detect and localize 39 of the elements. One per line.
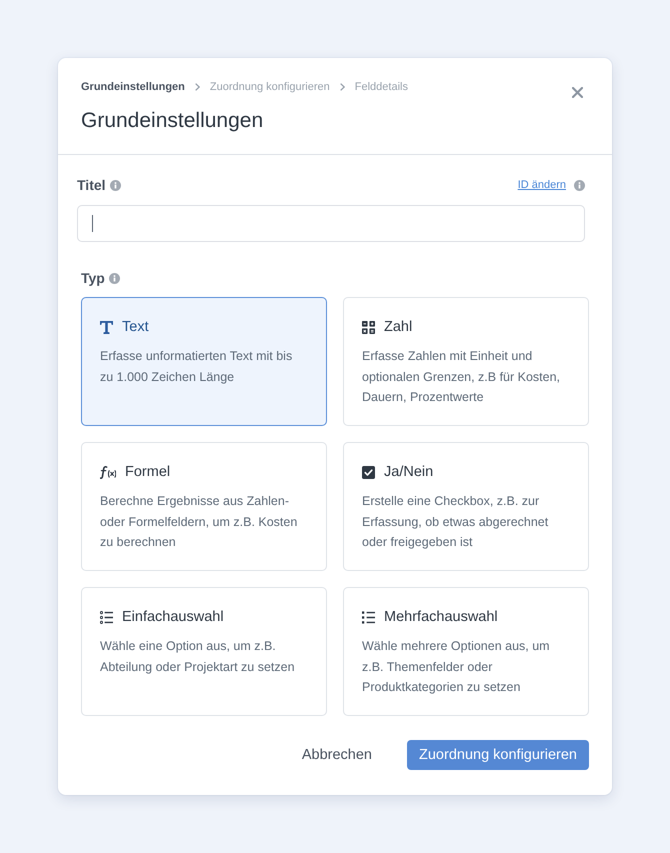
function-icon xyxy=(100,466,116,478)
type-option-card[interactable]: Formel Berechne Ergebnisse aus Zahlen- oder Formelfeldern, um z.B. Kosten zu berechnen xyxy=(81,442,327,571)
option-title: Mehrfachauswahl xyxy=(384,608,498,627)
letter-t-icon xyxy=(100,320,113,334)
chevron-icon xyxy=(340,83,345,91)
option-title: Formel xyxy=(125,463,170,482)
breadcrumb-item[interactable]: Grundeinstellungen xyxy=(81,80,185,94)
option-title: Ja/Nein xyxy=(384,463,434,482)
title-input[interactable] xyxy=(77,205,585,242)
option-title: Zahl xyxy=(384,318,412,337)
cancel-button[interactable]: Abbrechen xyxy=(302,740,372,770)
calculator-icon xyxy=(362,320,375,334)
field-label: Typ xyxy=(81,269,105,287)
close-icon xyxy=(572,87,583,98)
info-icon xyxy=(574,180,585,190)
dialog-title: Grundeinstellungen xyxy=(81,108,264,134)
change-id-link[interactable]: ID ändern xyxy=(518,176,566,194)
bullet-list-icon xyxy=(362,610,375,624)
chevron-icon xyxy=(194,83,200,91)
option-description: Berechne Ergebnisse aus Zahlen- oder Formelfeldern, um z.B. Kosten zu berechnen xyxy=(100,493,298,551)
info-icon xyxy=(108,272,120,284)
option-title: Einfachauswahl xyxy=(122,608,224,627)
type-option-card[interactable]: Ja/Nein Erstelle eine Checkbox, z.B. zur Erfassung, ob etwas abgerechnet oder freigegeben ist xyxy=(343,442,589,571)
type-option-card[interactable]: Mehrfachauswahl Wähle mehrere Optionen aus, um z.B. Themenfelder oder Produktkategorien zu setzen xyxy=(343,587,589,716)
radio-list-icon xyxy=(100,610,113,624)
option-description: Wähle eine Option aus, um z.B. Abteilung oder Projektart zu setzen xyxy=(100,638,296,676)
option-description: Wähle mehrere Optionen aus, um z.B. Themenfelder oder Produktkategorien zu setzen xyxy=(362,638,551,696)
submit-button[interactable]: Zuordnung konfigurieren xyxy=(407,740,589,770)
close-button[interactable] xyxy=(572,87,583,98)
type-option-card[interactable]: Text Erfasse unformatierten Text mit bis zu 1.000 Zeichen Länge xyxy=(81,297,327,426)
option-title: Text xyxy=(122,318,149,337)
option-description: Erfasse Zahlen mit Einheit und optionalen Grenzen, z.B für Kosten, Dauern, Prozentwerte xyxy=(362,348,562,406)
option-description: Erstelle eine Checkbox, z.B. zur Erfassung, ob etwas abgerechnet oder freigegeben ist xyxy=(362,493,550,551)
type-option-card[interactable]: Zahl Erfasse Zahlen mit Einheit und optionalen Grenzen, z.B für Kosten, Dauern, Prozentwerte xyxy=(343,297,589,426)
checkbox-icon xyxy=(362,466,375,478)
type-option-card[interactable]: Einfachauswahl Wähle eine Option aus, um z.B. Abteilung oder Projektart zu setzen xyxy=(81,587,327,716)
info-icon xyxy=(110,180,121,190)
field-label: Titel xyxy=(77,176,106,194)
option-description: Erfasse unformatierten Text mit bis zu 1.000 Zeichen Länge xyxy=(100,348,294,386)
